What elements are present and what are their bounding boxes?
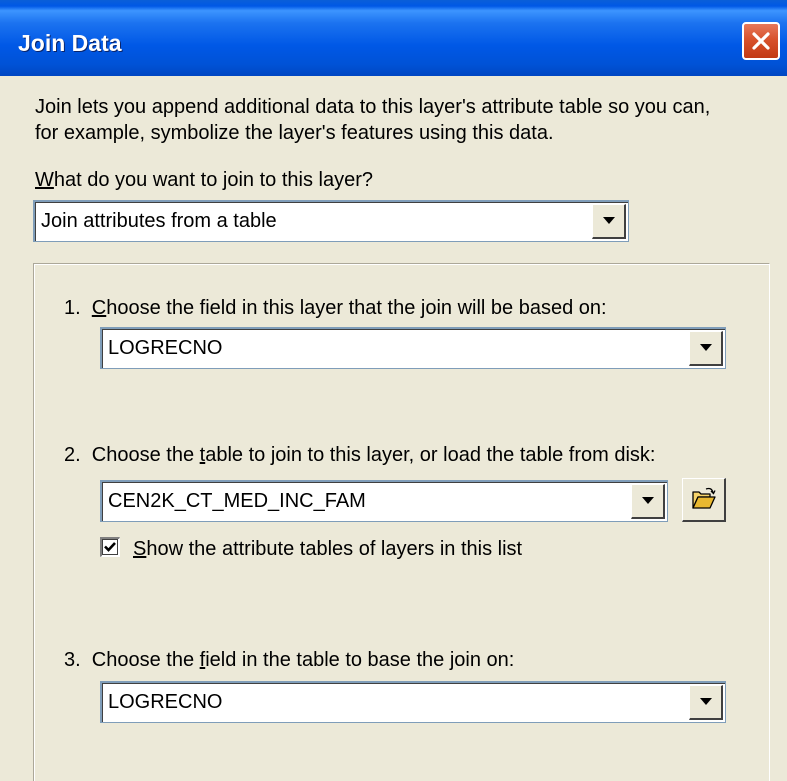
step2-label-text: able to join to this layer, or load the … — [205, 444, 656, 466]
table-field-dropdown[interactable]: LOGRECNO — [100, 681, 726, 723]
join-type-label: What do you want to join to this layer? — [35, 167, 373, 193]
intro-line-2: for example, symbolize the layer's featu… — [35, 122, 554, 144]
table-field-dropdown-button[interactable] — [689, 685, 723, 720]
layer-field-dropdown-button[interactable] — [689, 331, 723, 366]
join-table-value: CEN2K_CT_MED_INC_FAM — [108, 490, 366, 512]
step1-mnemonic: C — [91, 297, 107, 319]
open-folder-icon — [692, 487, 716, 509]
check-icon — [104, 542, 116, 552]
close-button[interactable] — [742, 22, 780, 60]
intro-text: Join lets you append additional data to … — [35, 94, 710, 146]
join-table-dropdown[interactable]: CEN2K_CT_MED_INC_FAM — [100, 480, 668, 522]
chevron-down-icon — [699, 344, 712, 351]
step2-label: 2. Choose the table to join to this laye… — [64, 442, 655, 468]
step3-label-text: ield in the table to base the join on: — [205, 649, 515, 671]
table-field-value: LOGRECNO — [108, 691, 223, 713]
layer-field-value: LOGRECNO — [108, 337, 223, 359]
dialog-title: Join Data — [18, 30, 122, 56]
show-layer-tables-label[interactable]: Show the attribute tables of layers in t… — [133, 536, 522, 562]
step1-label-text: hoose the field in this layer that the j… — [106, 297, 607, 319]
step3-prefix: 3. Choose the — [64, 649, 200, 671]
close-icon — [752, 32, 770, 50]
join-type-label-text: hat do you want to join to this layer? — [53, 169, 373, 191]
join-data-dialog: Join Data Join lets you append additiona… — [0, 0, 787, 781]
show-layer-tables-mnemonic: S — [133, 538, 147, 560]
chevron-down-icon — [641, 497, 654, 504]
browse-table-button[interactable] — [682, 478, 726, 522]
chevron-down-icon — [699, 698, 712, 705]
chevron-down-icon — [602, 217, 615, 224]
step2-prefix: 2. Choose the — [64, 444, 200, 466]
join-type-dropdown[interactable]: Join attributes from a table — [33, 200, 629, 242]
step1-prefix: 1. — [64, 297, 92, 319]
layer-field-dropdown[interactable]: LOGRECNO — [100, 327, 726, 369]
intro-line-1: Join lets you append additional data to … — [35, 96, 711, 118]
step1-label: 1. Choose the field in this layer that t… — [64, 295, 607, 321]
join-type-value: Join attributes from a table — [41, 210, 277, 232]
show-layer-tables-checkbox[interactable] — [100, 537, 120, 557]
join-type-dropdown-button[interactable] — [592, 204, 626, 239]
show-layer-tables-label-text: how the attribute tables of layers in th… — [146, 538, 523, 560]
join-type-mnemonic: W — [35, 169, 54, 191]
title-bar[interactable]: Join Data — [0, 0, 787, 76]
step3-label: 3. Choose the field in the table to base… — [64, 647, 514, 673]
join-table-dropdown-button[interactable] — [631, 484, 665, 519]
